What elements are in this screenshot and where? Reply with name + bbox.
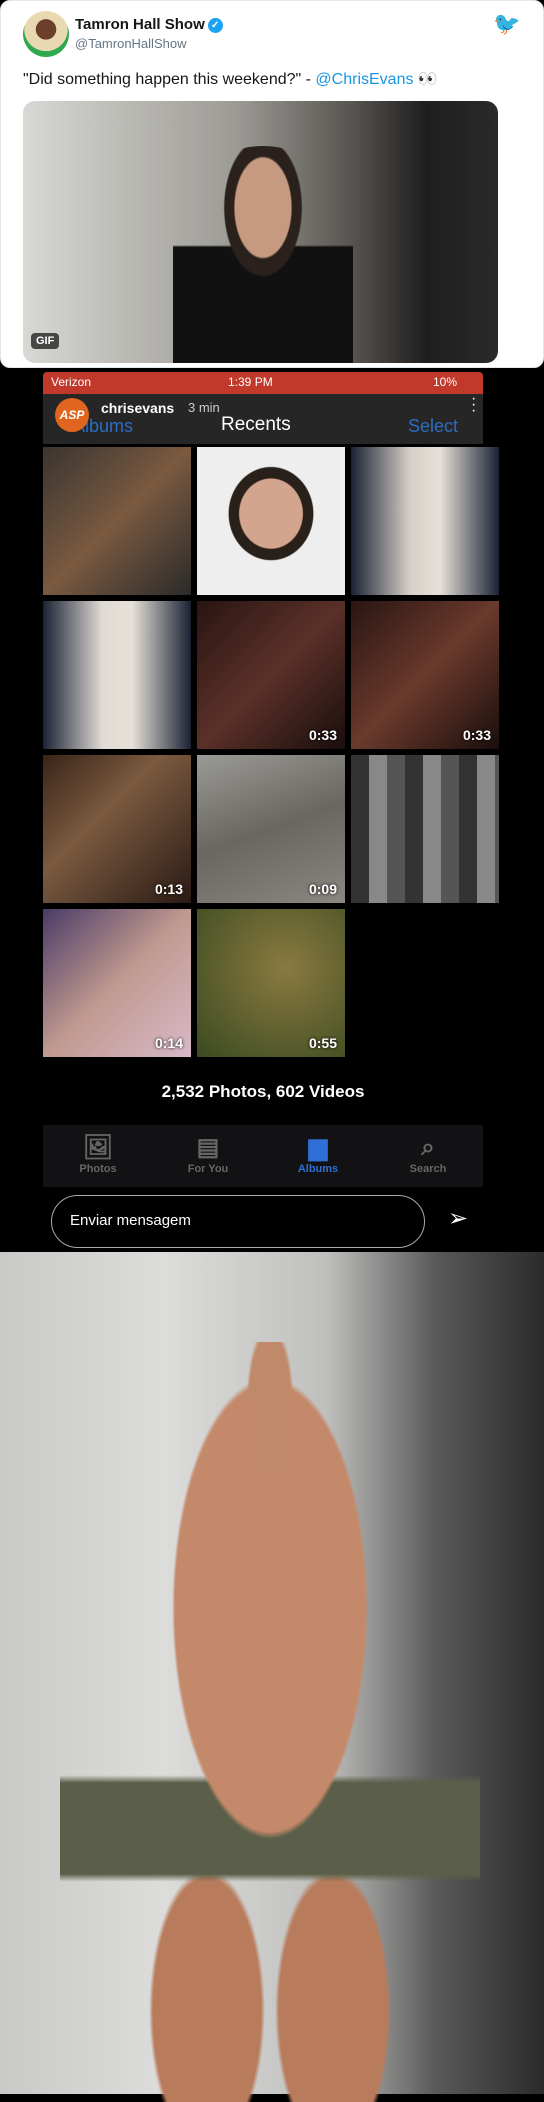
video-duration: 0:09 xyxy=(308,881,337,897)
story-avatar[interactable]: ASP xyxy=(55,398,89,432)
album-header: Albums ASP chrisevans 3 min Recents Sele… xyxy=(43,391,483,444)
tab-label: Albums xyxy=(297,1163,339,1175)
video-duration: 0:55 xyxy=(308,1035,337,1051)
photo-subject xyxy=(60,1342,480,2102)
photo-thumbnail[interactable]: 0:14 xyxy=(43,909,191,1057)
phone-screenshot: Verizon 1:39 PM 10% Albums ASP chrisevan… xyxy=(43,372,499,1252)
tab-photos[interactable]: 🖼 Photos xyxy=(43,1125,153,1187)
tweet-handle[interactable]: @TamronHallShow xyxy=(75,36,186,51)
message-input[interactable]: Enviar mensagem xyxy=(51,1195,425,1248)
tab-bar: 🖼 Photos ▤ For You ▆ Albums ⌕ Search xyxy=(43,1125,483,1187)
for-you-icon: ▤ xyxy=(196,1134,220,1161)
photo-thumbnail[interactable]: 0:33 xyxy=(197,601,345,749)
battery: 10% xyxy=(433,375,458,389)
story-time: 3 min xyxy=(188,400,220,415)
photo-thumbnail[interactable] xyxy=(43,447,191,595)
albums-icon: ▆ xyxy=(308,1134,328,1161)
photo-thumbnail[interactable] xyxy=(197,447,345,595)
video-duration: 0:33 xyxy=(308,727,337,743)
tweet-gif[interactable]: GIF xyxy=(23,101,498,363)
photo-thumbnail[interactable] xyxy=(351,447,499,595)
tab-label: Search xyxy=(409,1163,447,1175)
photo-thumbnail[interactable]: 0:13 xyxy=(43,755,191,903)
gif-badge: GIF xyxy=(31,333,60,349)
photo-thumbnail[interactable]: 0:55 xyxy=(197,909,345,1057)
video-duration: 0:14 xyxy=(154,1035,183,1051)
status-bar: Verizon 1:39 PM 10% xyxy=(43,372,483,394)
video-duration: 0:13 xyxy=(154,881,183,897)
avatar[interactable] xyxy=(23,11,69,57)
carrier: Verizon xyxy=(51,375,92,389)
tab-search[interactable]: ⌕ Search xyxy=(373,1125,483,1187)
video-duration: 0:33 xyxy=(462,727,491,743)
send-icon[interactable]: ➢ xyxy=(448,1204,468,1233)
tab-label: Photos xyxy=(79,1163,117,1175)
gym-photo xyxy=(0,1252,544,2102)
tab-label: For You xyxy=(187,1163,229,1175)
tweet-text: "Did something happen this weekend?" - @… xyxy=(23,71,438,88)
photos-icon: 🖼 xyxy=(82,1134,114,1161)
library-count: 2,532 Photos, 602 Videos xyxy=(161,1082,365,1101)
tweet-author[interactable]: Tamron Hall Show ✓ xyxy=(75,16,223,33)
twitter-bird-icon[interactable]: 🐦 xyxy=(493,11,520,37)
story-user[interactable]: chrisevans xyxy=(101,400,174,416)
photo-thumbnail[interactable]: 0:09 xyxy=(197,755,345,903)
search-icon: ⌕ xyxy=(421,1134,435,1161)
clock: 1:39 PM xyxy=(228,375,273,389)
tab-for-you[interactable]: ▤ For You xyxy=(153,1125,263,1187)
select-button[interactable]: Select xyxy=(408,416,458,437)
photo-thumbnail[interactable] xyxy=(351,755,499,903)
video-person xyxy=(173,146,353,363)
photo-thumbnail[interactable] xyxy=(43,601,191,749)
page-title: Recents xyxy=(221,414,291,435)
more-icon[interactable]: · · · xyxy=(471,391,476,419)
verified-icon: ✓ xyxy=(207,18,223,33)
photo-thumbnail[interactable]: 0:33 xyxy=(351,601,499,749)
tab-albums[interactable]: ▆ Albums xyxy=(263,1125,373,1187)
mention-link[interactable]: @ChrisEvans xyxy=(315,71,413,88)
tweet-card: Tamron Hall Show ✓ @TamronHallShow 🐦 "Did… xyxy=(0,0,544,368)
